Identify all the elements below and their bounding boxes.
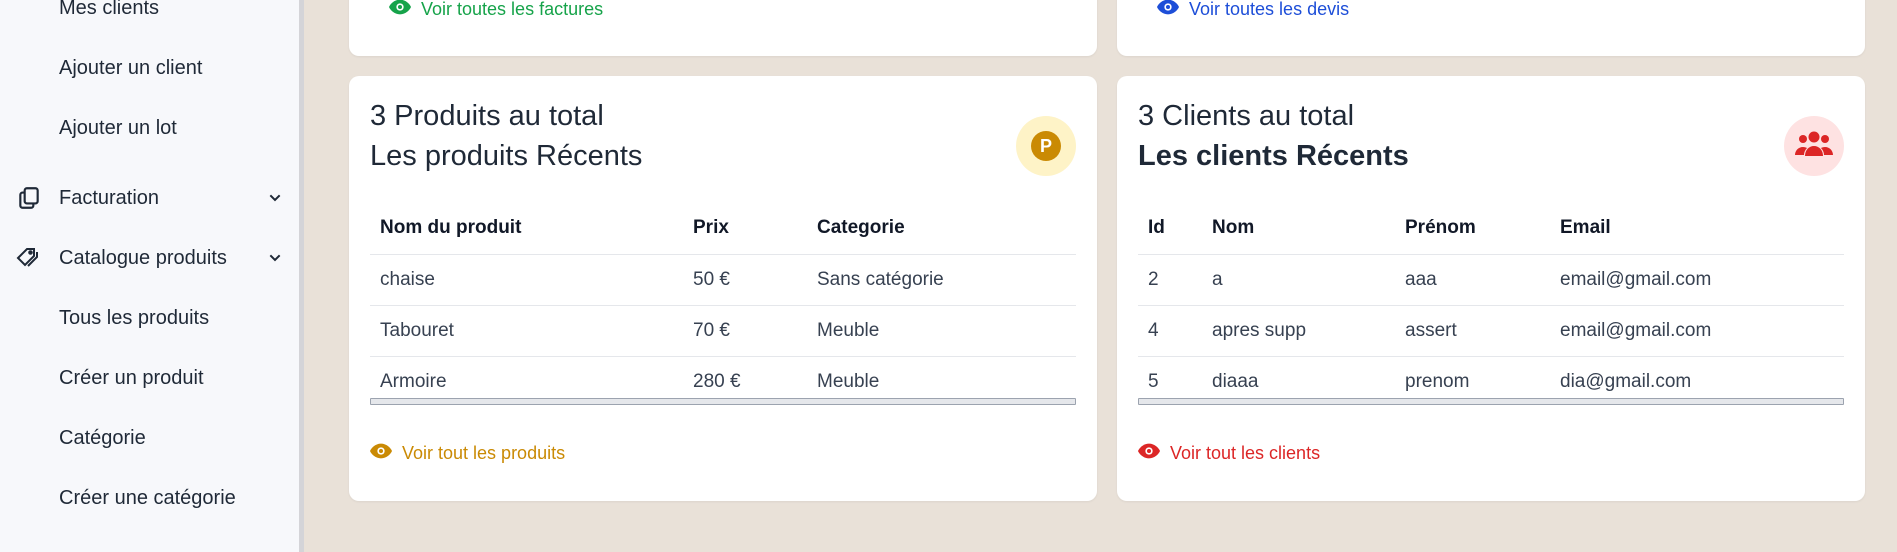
devis-card: Voir toutes les devis <box>1117 0 1865 56</box>
table-cell: Sans catégorie <box>807 253 1076 305</box>
column-header: Categorie <box>817 217 905 239</box>
sidebar-item-tous-produits[interactable]: Tous les produits <box>59 307 209 330</box>
table-cell: email@gmail.com <box>1550 304 1844 356</box>
tags-icon <box>14 245 44 271</box>
column-header: Email <box>1560 217 1611 239</box>
table-cell: 2 <box>1138 253 1202 305</box>
table-cell: a <box>1202 253 1395 305</box>
sidebar-item-label: Catalogue produits <box>59 246 227 269</box>
users-icon <box>1794 129 1834 164</box>
sidebar-item-mes-clients[interactable]: Mes clients <box>59 0 159 20</box>
column-header: Nom du produit <box>380 217 522 239</box>
sidebar: Mes clients Ajouter un client Ajouter un… <box>0 0 304 552</box>
clients-table: Id Nom Prénom Email 2 a aaa email@gmail.… <box>1138 203 1844 407</box>
table-cell: email@gmail.com <box>1550 253 1844 305</box>
sidebar-item-label: Facturation <box>59 186 160 209</box>
table-row: 2 a aaa email@gmail.com <box>1138 253 1844 305</box>
eye-icon <box>1138 443 1160 464</box>
table-cell: Meuble <box>807 304 1076 356</box>
chevron-down-icon[interactable] <box>266 189 284 207</box>
clients-subtitle: Les clients Récents <box>1138 140 1409 172</box>
table-row: 4 apres supp assert email@gmail.com <box>1138 304 1844 356</box>
clients-count-title: 3 Clients au total <box>1138 100 1355 132</box>
files-icon <box>14 185 44 211</box>
table-cell: aaa <box>1395 253 1550 305</box>
products-card: 3 Produits au total Les produits Récents… <box>349 76 1097 501</box>
products-count-title: 3 Produits au total <box>370 100 604 132</box>
table-cell: apres supp <box>1202 304 1395 356</box>
sidebar-item-categorie[interactable]: Catégorie <box>59 427 146 450</box>
sidebar-item-catalogue[interactable]: Catalogue produits <box>14 245 284 271</box>
horizontal-scrollbar[interactable] <box>1138 398 1844 405</box>
table-cell: 4 <box>1138 304 1202 356</box>
table-row: Tabouret 70 € Meuble <box>370 304 1076 356</box>
link-label: Voir tout les produits <box>402 443 566 463</box>
product-badge: P <box>1016 116 1076 176</box>
clients-badge <box>1784 116 1844 176</box>
product-p-icon: P <box>1031 131 1061 161</box>
chevron-down-icon[interactable] <box>266 249 284 267</box>
table-cell: Tabouret <box>370 304 683 356</box>
table-header-row: Id Nom Prénom Email <box>1138 203 1844 254</box>
column-header: Nom <box>1212 217 1255 239</box>
eye-icon <box>1157 0 1179 20</box>
eye-icon <box>389 0 411 20</box>
table-header-row: Nom du produit Prix Categorie <box>370 203 1076 254</box>
horizontal-scrollbar[interactable] <box>370 398 1076 405</box>
products-subtitle: Les produits Récents <box>370 140 643 172</box>
eye-icon <box>370 443 392 464</box>
view-devis-link[interactable]: Voir toutes les devis <box>1157 0 1349 20</box>
column-header: Prix <box>693 217 729 239</box>
table-cell: assert <box>1395 304 1550 356</box>
link-label: Voir toutes les factures <box>421 0 604 19</box>
view-clients-link[interactable]: Voir tout les clients <box>1138 443 1320 464</box>
table-row: chaise 50 € Sans catégorie <box>370 253 1076 305</box>
sidebar-item-facturation[interactable]: Facturation <box>14 185 284 211</box>
view-factures-link[interactable]: Voir toutes les factures <box>389 0 603 20</box>
table-cell: 50 € <box>683 253 807 305</box>
link-label: Voir toutes les devis <box>1189 0 1350 19</box>
view-products-link[interactable]: Voir tout les produits <box>370 443 565 464</box>
factures-card: Voir toutes les factures <box>349 0 1097 56</box>
column-header: Id <box>1148 217 1165 239</box>
sidebar-item-creer-categorie[interactable]: Créer une catégorie <box>59 487 236 510</box>
link-label: Voir tout les clients <box>1170 443 1321 463</box>
column-header: Prénom <box>1405 217 1476 239</box>
sidebar-item-ajouter-client[interactable]: Ajouter un client <box>59 57 202 80</box>
clients-card: 3 Clients au total Les clients Récents I… <box>1117 76 1865 501</box>
table-cell: 70 € <box>683 304 807 356</box>
products-table: Nom du produit Prix Categorie chaise 50 … <box>370 203 1076 407</box>
sidebar-item-ajouter-lot[interactable]: Ajouter un lot <box>59 117 177 140</box>
table-cell: chaise <box>370 253 683 305</box>
sidebar-item-creer-produit[interactable]: Créer un produit <box>59 367 204 390</box>
